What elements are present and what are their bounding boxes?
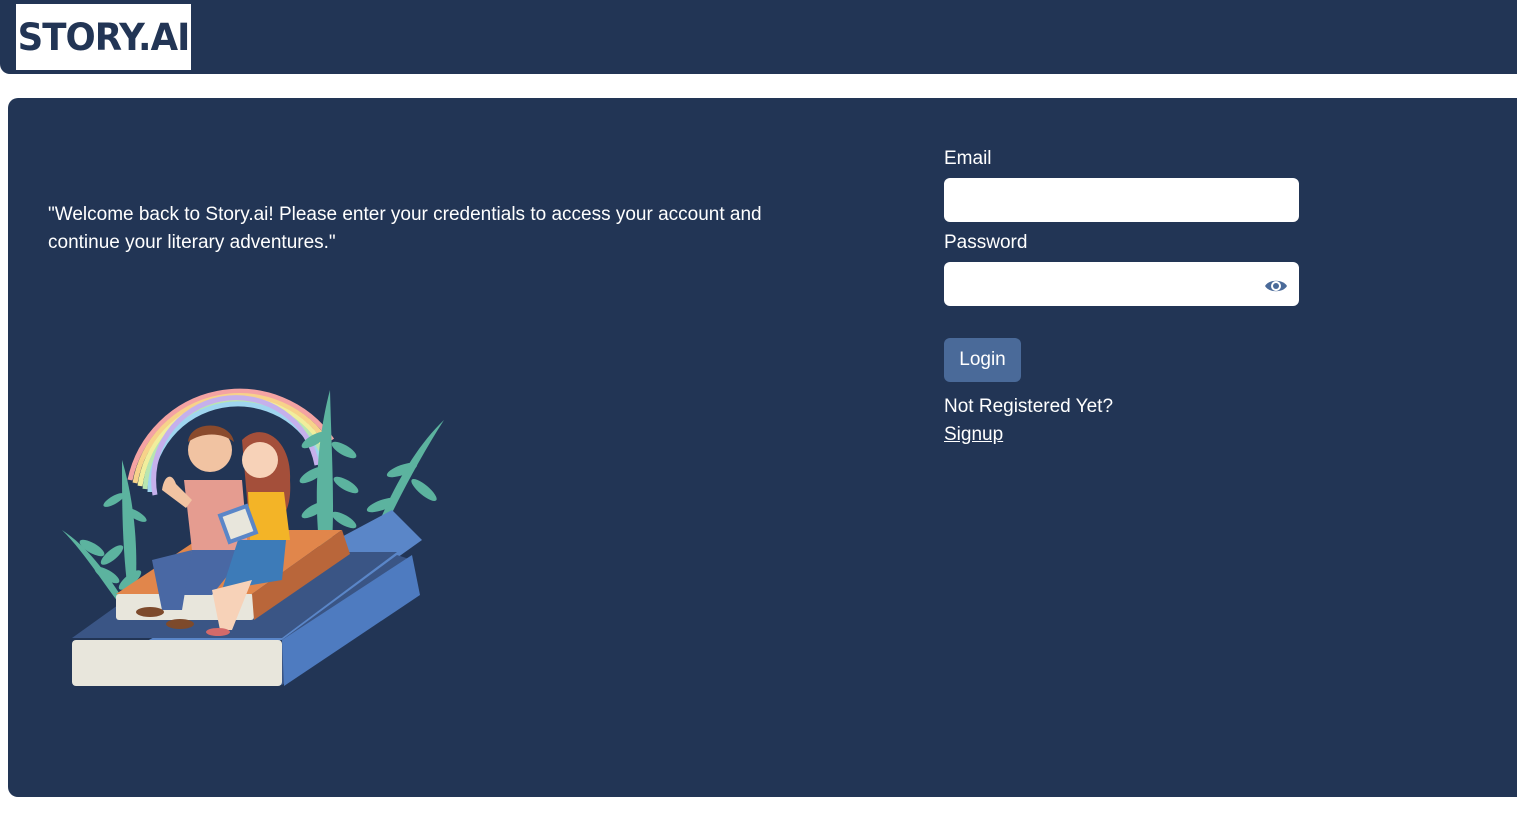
eye-icon[interactable] <box>1264 274 1288 298</box>
email-input[interactable] <box>944 178 1299 222</box>
login-button[interactable]: Login <box>944 338 1021 382</box>
reading-couple-illustration <box>62 388 444 686</box>
password-label: Password <box>944 232 1028 253</box>
email-label: Email <box>944 148 992 169</box>
navbar: STORY.AI <box>0 0 1517 74</box>
logo[interactable]: STORY.AI <box>16 4 191 70</box>
password-input[interactable] <box>944 262 1299 306</box>
welcome-message: "Welcome back to Story.ai! Please enter … <box>48 204 762 253</box>
not-registered-text: Not Registered Yet? <box>944 396 1114 417</box>
signup-link[interactable]: Signup <box>944 424 1003 446</box>
logo-text: STORY.AI <box>17 15 191 59</box>
login-panel: "Welcome back to Story.ai! Please enter … <box>8 98 1517 797</box>
